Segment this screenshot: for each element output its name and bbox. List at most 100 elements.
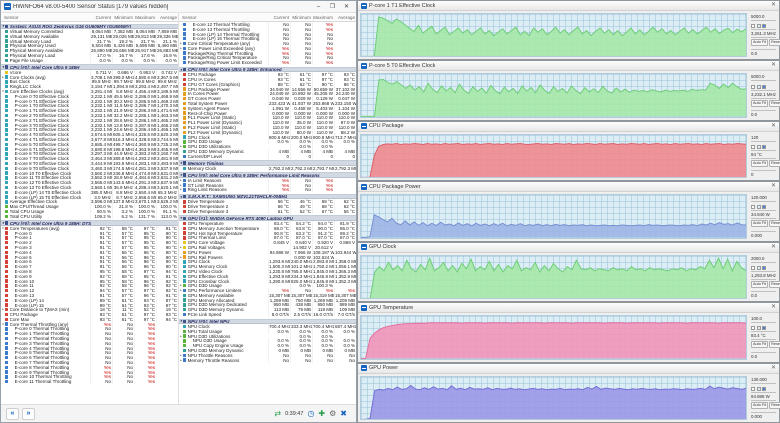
graph-side-panel: 2000.0 1,293.8 MHzAuto FitReset 0.0 (749, 255, 780, 299)
reset-button[interactable]: Reset (769, 280, 780, 288)
column-header-average[interactable]: Average (334, 15, 356, 20)
clock-icon (5, 89, 9, 94)
graph-window: CPU Package Power ✕ 120.000 34.940 W Auto Fi… (357, 181, 780, 242)
color-swatch[interactable] (751, 326, 755, 331)
graph-titlebar[interactable]: P-core 5 T0 Effective Clock ✕ (358, 61, 779, 72)
power-icon (183, 92, 187, 96)
clock-icon (5, 180, 9, 185)
close-icon[interactable]: ✕ (771, 122, 776, 131)
close-icon[interactable]: ✕ (771, 243, 776, 252)
color-swatch[interactable] (751, 386, 755, 391)
color-swatch[interactable] (762, 145, 766, 150)
autofit-button[interactable]: Auto Fit (751, 99, 769, 107)
gear-icon[interactable]: ⚙ (329, 408, 336, 420)
graph-titlebar[interactable]: P-core 1 T1 Effective Clock ✕ (358, 1, 779, 11)
color-swatch[interactable] (756, 145, 761, 150)
sensor-value: 0.0 % (156, 57, 178, 63)
color-swatch[interactable] (762, 386, 766, 391)
color-swatch[interactable] (751, 145, 755, 150)
autofit-button[interactable]: Auto Fit (751, 341, 769, 349)
graph-titlebar[interactable]: CPU Package ✕ (358, 121, 779, 132)
autofit-button[interactable]: Auto Fit (751, 160, 769, 168)
column-header-current[interactable]: Current (268, 15, 290, 20)
info-icon (5, 327, 9, 331)
color-swatch[interactable] (762, 84, 766, 89)
close-icon[interactable]: ✕ (771, 1, 776, 10)
color-swatch[interactable] (762, 265, 766, 270)
color-swatch[interactable] (756, 386, 761, 391)
window-titlebar[interactable]: HWiNFO64 v8.00-5400 Sensor Status [179 v… (1, 1, 356, 13)
sensor-row[interactable]: Page File Usage 0.0 % 0.0 % 0.0 % 0.0 % (1, 57, 178, 63)
sensor-value: 0.0 % (268, 328, 290, 334)
column-header-sensor[interactable]: Sensor (1, 15, 90, 20)
column-header-minimum[interactable]: Minimum (112, 15, 134, 20)
close-icon[interactable]: ✕ (771, 182, 776, 191)
color-swatch[interactable] (751, 205, 755, 210)
autofit-button[interactable]: Auto Fit (751, 39, 769, 47)
graph-titlebar[interactable]: GPU Temperature ✕ (358, 303, 779, 314)
report-add-icon[interactable]: ✚ (318, 408, 325, 420)
reset-button[interactable]: Reset (769, 39, 780, 47)
move-value-left-button[interactable]: « (6, 407, 19, 420)
maximize-button[interactable]: ❐ (326, 2, 339, 12)
color-swatch[interactable] (762, 205, 766, 210)
move-value-right-button[interactable]: » (22, 407, 35, 420)
column-header-sensor[interactable]: Sensor (179, 15, 268, 20)
sensor-row[interactable]: PCIe Link Speed 8.0 GT/s 2.5 GT/s 16.0 GT/s… (179, 312, 356, 318)
close-button[interactable]: ✕ (340, 2, 353, 12)
autofit-button[interactable]: Auto Fit (751, 280, 769, 288)
column-header-current[interactable]: Current (90, 15, 112, 20)
sensor-transfer-icon[interactable]: ⇄ (274, 408, 281, 420)
graph-titlebar[interactable]: GPU Power ✕ (358, 363, 779, 374)
column-header-maximum[interactable]: Maximum (312, 15, 334, 20)
reset-button[interactable]: Reset (769, 401, 780, 409)
color-swatch[interactable] (751, 24, 755, 29)
autofit-button[interactable]: Auto Fit (751, 220, 769, 228)
sensor-row[interactable]: ▸ Memory Throttle Reasons No No No No (179, 357, 356, 363)
graph-titlebar[interactable]: GPU Clock ✕ (358, 242, 779, 253)
color-swatch[interactable] (751, 84, 755, 89)
sensor-row[interactable]: Memory Clock2,792.3 MHz2,792.3 MHz2,793.… (179, 165, 356, 171)
column-header-minimum[interactable]: Minimum (290, 15, 312, 20)
column-header-maximum[interactable]: Maximum (134, 15, 156, 20)
reset-button[interactable]: Reset (769, 99, 780, 107)
column-header[interactable]: Sensor Current Minimum Maximum Average (1, 13, 178, 22)
power-icon (183, 121, 187, 125)
sensor-label: Page File Usage (9, 57, 43, 63)
sensor-value: 0.0 % (90, 57, 112, 63)
sensor-row[interactable]: Current/DP Level 0 0 0 0 (179, 153, 356, 159)
sensor-label: Total CPU Utility (9, 213, 43, 219)
graph-plot-area (360, 133, 747, 179)
color-swatch[interactable] (756, 24, 761, 29)
close-icon[interactable]: ✕ (771, 364, 776, 373)
close-icon[interactable]: ✕ (771, 61, 776, 70)
color-swatch[interactable] (762, 24, 766, 29)
color-swatch[interactable] (762, 326, 766, 331)
sensor-row[interactable]: ▸ Ring Limit Reasons Yes No Yes (179, 187, 356, 193)
column-header-average[interactable]: Average (156, 15, 178, 20)
sensor-row[interactable]: E-core 11 Thermal Throttling No No Yes (1, 379, 178, 385)
close-sensors-icon[interactable]: ✖ (340, 408, 347, 420)
column-header[interactable]: Sensor Current Minimum Maximum Average (179, 13, 356, 22)
sensor-row[interactable]: Package/Ring Power Limit Exceeded Yes No Ye… (179, 60, 356, 66)
reset-button[interactable]: Reset (769, 220, 780, 228)
color-swatch[interactable] (756, 265, 761, 270)
info-icon (5, 332, 9, 336)
autofit-button[interactable]: Auto Fit (751, 401, 769, 409)
sensor-value: 109.2 % (90, 213, 112, 219)
sensor-row[interactable]: Total CPU Utility 109.2 % 6.2 % 131.7 % 113.… (1, 213, 178, 219)
reset-button[interactable]: Reset (769, 341, 780, 349)
clock-icon (5, 80, 9, 84)
color-swatch[interactable] (756, 205, 761, 210)
sensor-row[interactable]: Drive Temperature 3 61 °C 52 °C 67 °C 56 °C (179, 208, 356, 214)
close-icon[interactable]: ✕ (771, 303, 776, 312)
clock-icon[interactable]: ◷ (307, 408, 314, 420)
color-swatch[interactable] (756, 326, 761, 331)
reset-button[interactable]: Reset (769, 160, 780, 168)
clock-icon (5, 128, 9, 132)
graph-side-panel: 5000.0 3,232.1 MHzAuto FitReset 0.0 (749, 73, 780, 117)
color-swatch[interactable] (756, 84, 761, 89)
minimize-button[interactable]: – (312, 2, 325, 12)
graph-titlebar[interactable]: CPU Package Power ✕ (358, 182, 779, 193)
color-swatch[interactable] (751, 265, 755, 270)
